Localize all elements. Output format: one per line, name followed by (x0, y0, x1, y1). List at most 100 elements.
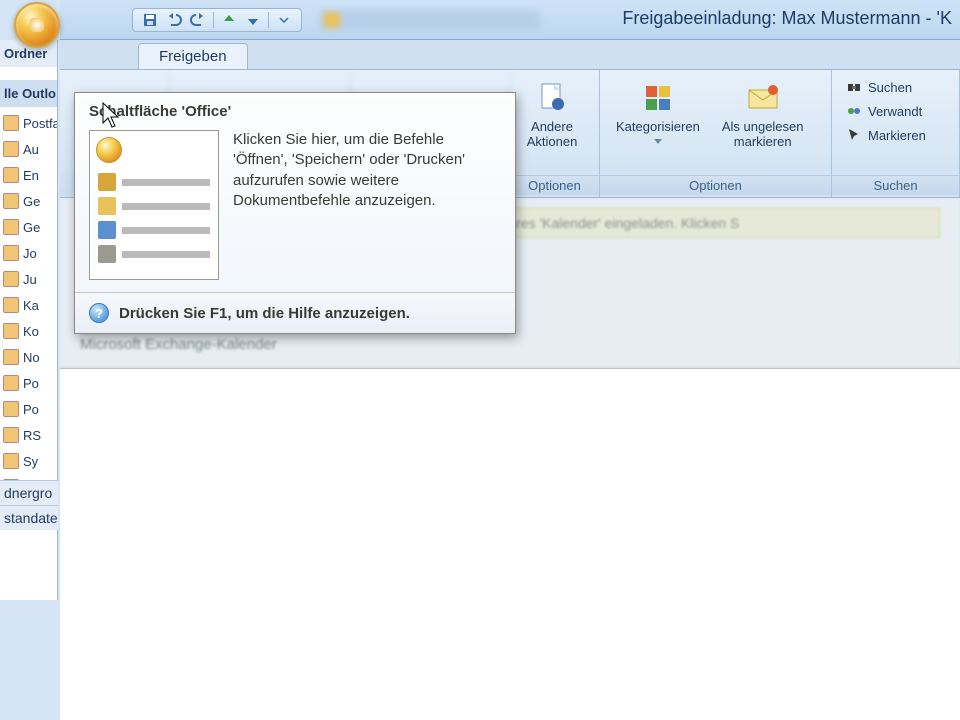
tooltip-description: Klicken Sie hier, um die Befehle 'Öffnen… (233, 130, 501, 280)
save-icon (142, 12, 158, 28)
ribbon-tabs: Freigeben (60, 40, 960, 70)
find-label: Suchen (868, 80, 912, 95)
select-button[interactable]: Markieren (842, 124, 930, 146)
qat-customize-button[interactable] (275, 11, 293, 29)
folder-icon (3, 401, 19, 417)
folder-item[interactable]: Sy (0, 448, 57, 474)
folder-item[interactable]: Ko (0, 318, 57, 344)
folder-icon (3, 297, 19, 313)
nav-group[interactable]: standate (0, 505, 58, 530)
folder-label: Ka (23, 298, 39, 313)
qat-separator (268, 12, 269, 28)
ribbon-group-other-actions: Andere Aktionen Optionen (510, 70, 600, 197)
new-icon (98, 173, 116, 191)
folder-label: Po (23, 402, 39, 417)
group-label-optionen2: Optionen (600, 175, 831, 195)
folder-label: No (23, 350, 40, 365)
titlebar: Freigabeeinladung: Max Mustermann - 'K (60, 0, 960, 40)
binoculars-icon (846, 79, 862, 95)
document-gear-icon (534, 80, 570, 116)
undo-button[interactable] (165, 11, 183, 29)
down-arrow-icon (245, 12, 261, 28)
folder-item[interactable]: Au (0, 136, 57, 162)
folder-label: En (23, 168, 39, 183)
help-icon: ? (89, 303, 109, 323)
next-item-button[interactable] (244, 11, 262, 29)
redo-icon (190, 12, 206, 28)
group-label-optionen: Optionen (510, 175, 599, 195)
folder-item[interactable]: Ju (0, 266, 57, 292)
cursor-icon (846, 127, 862, 143)
related-icon (846, 103, 862, 119)
folder-icon (3, 193, 19, 209)
folder-label: Jo (23, 246, 37, 261)
office-orb-mini-icon (96, 137, 122, 163)
folder-label: Au (23, 142, 39, 157)
folder-list: Postfa Au En Ge Ge Jo Ju Ka Ko No Po Po … (0, 110, 57, 500)
tooltip-footer: ? Drücken Sie F1, um die Hilfe anzuzeige… (75, 293, 515, 333)
window-title: Freigabeeinladung: Max Mustermann - 'K (622, 8, 952, 29)
chevron-down-icon (654, 139, 662, 144)
undo-icon (166, 12, 182, 28)
related-label: Verwandt (868, 104, 922, 119)
office-button-tooltip: Schaltfläche 'Office' Klicken Sie hier, … (74, 92, 516, 334)
folder-icon (3, 219, 19, 235)
tooltip-footer-text: Drücken Sie F1, um die Hilfe anzuzeigen. (119, 305, 410, 322)
open-icon (98, 197, 116, 215)
other-actions-label: Andere Aktionen (527, 120, 578, 150)
folder-label: Ge (23, 220, 40, 235)
folder-item[interactable]: No (0, 344, 57, 370)
folder-label: Ko (23, 324, 39, 339)
categorize-button[interactable]: Kategorisieren (610, 76, 706, 175)
tooltip-title: Schaltfläche 'Office' (75, 93, 515, 126)
folder-item[interactable]: En (0, 162, 57, 188)
nav-groups: dnergro standate (0, 480, 58, 530)
folder-icon (3, 453, 19, 469)
folder-icon (3, 115, 19, 131)
message-body (60, 368, 960, 720)
folder-icon (3, 375, 19, 391)
other-actions-button[interactable]: Andere Aktionen (520, 76, 584, 175)
ribbon-group-options: Kategorisieren Als ungelesen markieren O… (600, 70, 832, 197)
redo-button[interactable] (189, 11, 207, 29)
tooltip-thumbnail (89, 130, 219, 280)
folder-item[interactable]: RS (0, 422, 57, 448)
folder-icon (3, 349, 19, 365)
up-arrow-icon (221, 12, 237, 28)
select-label: Markieren (868, 128, 926, 143)
folder-icon (3, 427, 19, 443)
folder-label: Po (23, 376, 39, 391)
folder-tree-root[interactable]: lle Outlo (0, 80, 57, 107)
folder-item[interactable]: Postfa (0, 110, 57, 136)
qat-separator (213, 12, 214, 28)
background-window-title (320, 10, 540, 30)
prev-item-button[interactable] (220, 11, 238, 29)
office-button[interactable] (14, 2, 60, 48)
folder-icon (3, 271, 19, 287)
categories-icon (640, 80, 676, 116)
folder-icon (3, 323, 19, 339)
nav-group[interactable]: dnergro (0, 480, 58, 505)
tab-freigeben[interactable]: Freigeben (138, 43, 248, 69)
folder-label: Postfa (23, 116, 58, 131)
find-button[interactable]: Suchen (842, 76, 930, 98)
folder-item[interactable]: Po (0, 396, 57, 422)
related-button[interactable]: Verwandt (842, 100, 930, 122)
folder-icon (3, 245, 19, 261)
folder-item[interactable]: Ka (0, 292, 57, 318)
folder-item[interactable]: Ge (0, 188, 57, 214)
group-label-suchen: Suchen (832, 175, 959, 195)
folder-label: Ge (23, 194, 40, 209)
mark-unread-button[interactable]: Als ungelesen markieren (716, 76, 810, 175)
folder-item[interactable]: Ge (0, 214, 57, 240)
folder-item[interactable]: Po (0, 370, 57, 396)
folder-label: Sy (23, 454, 38, 469)
ribbon-group-find: Suchen Verwandt Markieren Suchen (832, 70, 960, 197)
save-mini-icon (98, 221, 116, 239)
folder-icon (3, 167, 19, 183)
folder-item[interactable]: Jo (0, 240, 57, 266)
calendar-type: Microsoft Exchange-Kalender (80, 336, 277, 353)
save-button[interactable] (141, 11, 159, 29)
folder-icon (3, 141, 19, 157)
chevron-down-icon (279, 15, 289, 25)
